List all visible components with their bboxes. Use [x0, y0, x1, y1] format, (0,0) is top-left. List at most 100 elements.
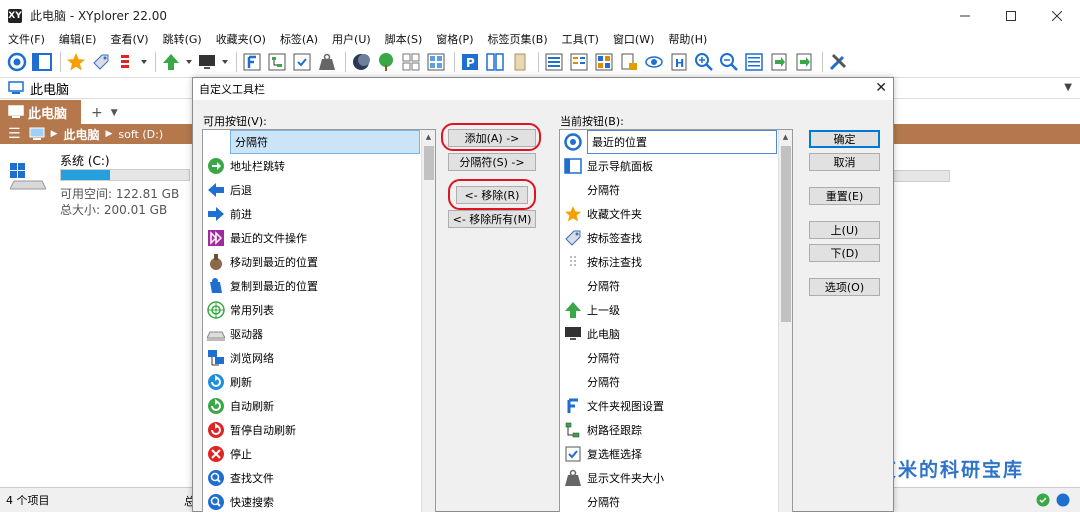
menu-script[interactable]: 脚本(S): [377, 31, 429, 47]
current-list-item[interactable]: 按标签查找: [560, 226, 778, 250]
current-list-item[interactable]: 分隔符: [560, 490, 778, 512]
new-tab-button[interactable]: +: [91, 105, 103, 124]
toolbar-zoom-out-button[interactable]: [718, 51, 740, 73]
toolbar-tree-path-button[interactable]: [266, 51, 288, 73]
toolbar-dual-pane-button[interactable]: [484, 51, 506, 73]
current-list-item[interactable]: 显示导航面板: [560, 154, 778, 178]
menu-help[interactable]: 帮助(H): [660, 31, 713, 47]
available-list-scrollbar[interactable]: ▲: [421, 130, 435, 512]
toolbar-nav-panel-button[interactable]: [31, 51, 53, 73]
menu-view[interactable]: 查看(V): [102, 31, 154, 47]
toolbar-grid-button[interactable]: [400, 51, 422, 73]
current-list-item[interactable]: 上一级: [560, 298, 778, 322]
current-list-item[interactable]: 最近的位置: [560, 130, 778, 154]
remove-all-button[interactable]: <- 移除所有(M): [448, 210, 536, 228]
available-list-item[interactable]: 后退: [203, 178, 421, 202]
current-list-item[interactable]: 收藏文件夹: [560, 202, 778, 226]
available-list-item[interactable]: 自动刷新: [203, 394, 421, 418]
menu-user[interactable]: 用户(U): [324, 31, 377, 47]
toolbar-dark-mode-button[interactable]: [350, 51, 372, 73]
options-button[interactable]: 选项(O): [809, 278, 880, 296]
available-list-item[interactable]: 前进: [203, 202, 421, 226]
available-list-item[interactable]: 驱动器: [203, 322, 421, 346]
available-list-item[interactable]: 快速搜索: [203, 490, 421, 512]
toolbar-copy-to-button[interactable]: [793, 51, 815, 73]
toolbar-computer-button[interactable]: [196, 51, 218, 73]
available-list-item[interactable]: 常用列表: [203, 298, 421, 322]
toolbar-move-to-button[interactable]: [768, 51, 790, 73]
menu-edit[interactable]: 编辑(E): [51, 31, 103, 47]
toolbar-panes-button[interactable]: [425, 51, 447, 73]
separator-button[interactable]: 分隔符(S) ->: [448, 153, 536, 171]
current-list-item[interactable]: 分隔符: [560, 178, 778, 202]
available-list-item[interactable]: 查找文件: [203, 466, 421, 490]
status-ok-icon[interactable]: [1036, 493, 1050, 507]
menu-tools[interactable]: 工具(T): [554, 31, 605, 47]
available-list-item[interactable]: 停止: [203, 442, 421, 466]
cancel-button[interactable]: 取消: [809, 153, 880, 171]
menu-favorites[interactable]: 收藏夹(O): [208, 31, 272, 47]
current-list-item[interactable]: 此电脑: [560, 322, 778, 346]
toolbar-up-dropdown[interactable]: [185, 51, 193, 73]
available-list-item[interactable]: 分隔符: [203, 130, 421, 154]
toolbar-up-button[interactable]: [160, 51, 182, 73]
toolbar-columns-button[interactable]: [743, 51, 765, 73]
status-info-icon[interactable]: [1056, 493, 1070, 507]
available-list-item[interactable]: 复制到最近的位置: [203, 274, 421, 298]
available-list-item[interactable]: 暂停自动刷新: [203, 418, 421, 442]
toolbar-lock-file-button[interactable]: [618, 51, 640, 73]
available-list-item[interactable]: 刷新: [203, 370, 421, 394]
drive-name[interactable]: 系统 (C:): [60, 152, 110, 169]
reset-button[interactable]: 重置(E): [809, 187, 880, 205]
breadcrumb-menu-icon[interactable]: ☰: [8, 126, 21, 142]
toolbar-label-button[interactable]: [115, 51, 137, 73]
current-list-item[interactable]: 按标注查找: [560, 250, 778, 274]
toolbar-dropdown-arrow-2[interactable]: [221, 51, 229, 73]
toolbar-favorites-button[interactable]: [65, 51, 87, 73]
toolbar-list-button[interactable]: [568, 51, 590, 73]
current-list-item[interactable]: 复选框选择: [560, 442, 778, 466]
breadcrumb-root[interactable]: 此电脑: [63, 126, 99, 143]
dialog-close-button[interactable]: ✕: [875, 80, 887, 96]
toolbar-preview-button[interactable]: P: [459, 51, 481, 73]
ok-button[interactable]: 确定: [809, 130, 880, 148]
move-down-button[interactable]: 下(D): [809, 244, 880, 262]
current-list-item[interactable]: 树路径跟踪: [560, 418, 778, 442]
current-buttons-list[interactable]: 最近的位置 显示导航面板 分隔符 收藏文件夹 按标签查找 按标注查找 分隔符 上一级 此电脑 分隔…: [559, 129, 793, 512]
toolbar-checkbox-button[interactable]: [291, 51, 313, 73]
toolbar-zoom-in-button[interactable]: [693, 51, 715, 73]
tab-this-pc[interactable]: 此电脑: [0, 100, 82, 124]
available-buttons-list[interactable]: 分隔符 地址栏跳转 后退 前进 最近的文件操作 移动到最近的位置 复制到最近的位置 常用列表驱…: [202, 129, 436, 512]
toolbar-thumbnails-button[interactable]: [593, 51, 615, 73]
toolbar-customize-button[interactable]: [827, 51, 849, 73]
current-list-item[interactable]: 分隔符: [560, 370, 778, 394]
toolbar-tree-button[interactable]: [375, 51, 397, 73]
menu-go[interactable]: 跳转(G): [155, 31, 208, 47]
toolbar-folder-view-button[interactable]: [241, 51, 263, 73]
breadcrumb-next[interactable]: soft (D:): [118, 128, 163, 141]
menu-window[interactable]: 窗口(W): [605, 31, 660, 47]
menu-tabsets[interactable]: 标签页集(B): [479, 31, 553, 47]
available-list-item[interactable]: 浏览网络: [203, 346, 421, 370]
scroll-up-icon[interactable]: ▲: [779, 130, 792, 144]
toolbar-recent-location-button[interactable]: [6, 51, 28, 73]
menu-file[interactable]: 文件(F): [0, 31, 51, 47]
toolbar-dropdown-arrow[interactable]: [140, 51, 148, 73]
toolbar-folder-size-button[interactable]: [316, 51, 338, 73]
toolbar-tag-button[interactable]: [90, 51, 112, 73]
minimize-button[interactable]: [942, 0, 988, 31]
current-list-item[interactable]: 分隔符: [560, 274, 778, 298]
menu-tags[interactable]: 标签(A): [272, 31, 324, 47]
scroll-thumb[interactable]: [781, 146, 791, 322]
toolbar-hex-button[interactable]: H: [668, 51, 690, 73]
available-list-item[interactable]: 移动到最近的位置: [203, 250, 421, 274]
toolbar-note-button[interactable]: [509, 51, 531, 73]
scroll-thumb[interactable]: [424, 146, 434, 180]
current-list-item[interactable]: 文件夹视图设置: [560, 394, 778, 418]
current-list-scrollbar[interactable]: ▲: [778, 130, 792, 512]
current-list-item[interactable]: 显示文件夹大小: [560, 466, 778, 490]
menu-panes[interactable]: 窗格(P): [428, 31, 479, 47]
toolbar-eye-button[interactable]: [643, 51, 665, 73]
address-dropdown-icon[interactable]: ▼: [1064, 82, 1072, 93]
current-list-item[interactable]: 分隔符: [560, 346, 778, 370]
